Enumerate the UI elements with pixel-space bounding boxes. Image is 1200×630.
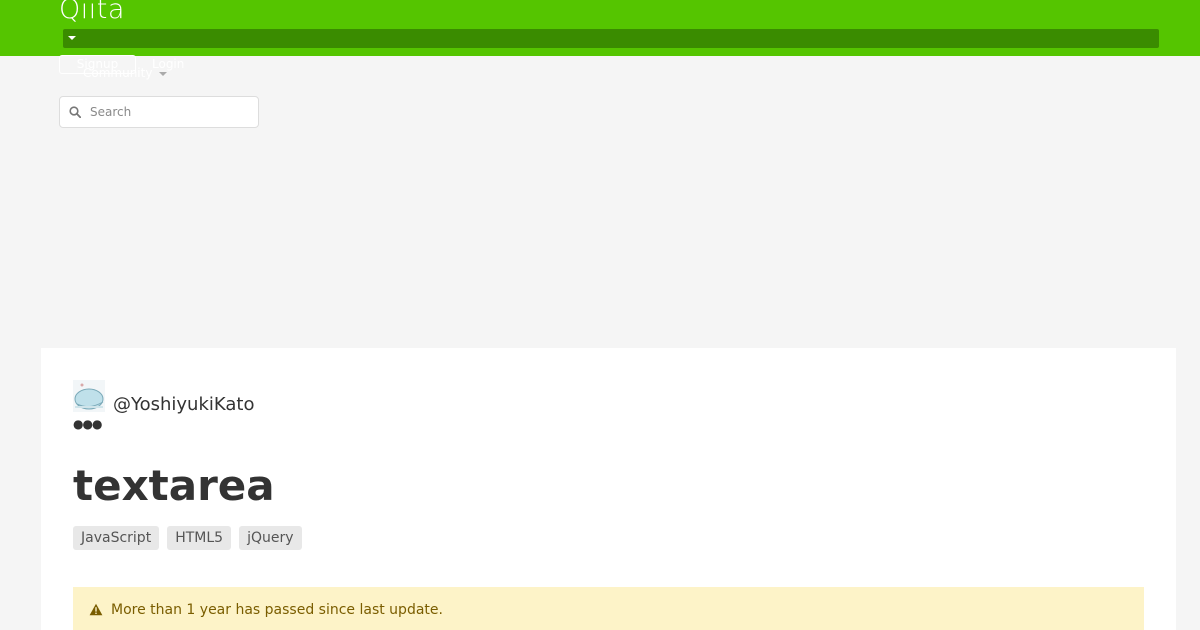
site-logo[interactable]: Qiita [59,0,125,25]
search-box[interactable] [59,96,259,128]
warning-icon [89,603,103,616]
author-avatar[interactable] [73,380,105,412]
author-username[interactable]: @YoshiyukiKato [113,394,254,415]
tag-javascript[interactable]: JavaScript [73,526,160,550]
login-link[interactable]: Login [152,57,184,71]
notice-text: More than 1 year has passed since last u… [111,602,443,618]
tag-list: JavaScript HTML5 jQuery [73,526,302,550]
tag-jquery[interactable]: jQuery [239,526,302,550]
global-header: Qiita [0,0,1200,56]
outdated-notice: More than 1 year has passed since last u… [73,587,1144,630]
community-chevron-icon[interactable] [159,72,167,76]
nav-bar [63,29,1159,48]
search-icon [69,106,81,118]
article-title: textarea [73,461,275,510]
ellipsis-icon[interactable]: ●●● [73,418,102,430]
search-input[interactable] [90,103,250,121]
chevron-down-icon[interactable] [68,36,76,40]
tag-html5[interactable]: HTML5 [167,526,232,550]
community-menu[interactable]: Community [83,66,152,80]
